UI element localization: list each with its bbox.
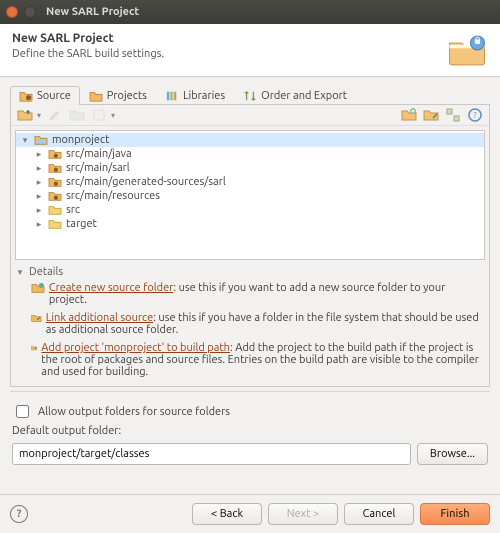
window-title: New SARL Project: [46, 6, 139, 18]
help-icon[interactable]: ?: [467, 107, 483, 123]
allow-output-folders-label: Allow output folders for source folders: [38, 406, 230, 418]
tab-source-label: Source: [37, 90, 71, 102]
cancel-button[interactable]: Cancel: [344, 503, 414, 525]
new-source-folder-icon: [31, 282, 45, 294]
package-folder-icon: [48, 176, 62, 188]
page-title: New SARL Project: [12, 32, 164, 45]
next-button: Next >: [268, 503, 338, 525]
folder-icon: [48, 204, 62, 216]
details-heading: Details: [29, 266, 63, 278]
tree-node[interactable]: ▸ src: [16, 203, 484, 217]
page-subtitle: Define the SARL build settings.: [12, 48, 164, 60]
separator: [10, 391, 490, 392]
window-titlebar: New SARL Project: [0, 0, 500, 24]
libraries-icon: [165, 90, 179, 102]
add-project-to-build-path-link[interactable]: Add project 'monproject' to build path: [41, 342, 230, 354]
browse-button[interactable]: Browse...: [417, 443, 488, 465]
tree-node[interactable]: ▸ src/main/generated-sources/sarl: [16, 175, 484, 189]
folder-icon: [48, 218, 62, 230]
allow-output-folders-checkbox[interactable]: [16, 405, 29, 418]
tree-node-label: src/main/resources: [66, 190, 160, 202]
package-folder-icon: [48, 148, 62, 160]
tree-node-label: target: [66, 218, 97, 230]
tree-node[interactable]: ▸ src/main/java: [16, 147, 484, 161]
tab-libraries[interactable]: Libraries: [156, 86, 234, 105]
svg-text:?: ?: [473, 111, 476, 120]
new-folder-icon[interactable]: [401, 107, 417, 123]
link-folder-icon[interactable]: [423, 107, 439, 123]
dropdown-chevron-icon[interactable]: ▾: [37, 111, 41, 120]
tab-order-label: Order and Export: [261, 90, 347, 102]
folder-wizard-icon: [446, 32, 488, 68]
tree-root[interactable]: ▾ monproject: [16, 133, 484, 147]
close-window-icon[interactable]: [6, 6, 18, 18]
expand-all-icon[interactable]: [445, 107, 461, 123]
expand-icon[interactable]: ▸: [34, 219, 44, 230]
expand-icon[interactable]: ▸: [34, 191, 44, 202]
toggle-icon[interactable]: [91, 107, 107, 123]
projects-icon: [89, 90, 103, 102]
package-folder-icon: [48, 190, 62, 202]
source-toolbar: ▾ ▾ ?: [11, 105, 489, 126]
source-folder-icon: [19, 90, 33, 102]
project-icon: [34, 134, 48, 146]
source-folder-tree[interactable]: ▾ monproject ▸ src/main/java ▸ src/main/sa…: [15, 130, 485, 260]
tab-source[interactable]: Source: [10, 86, 80, 105]
link-additional-source-link[interactable]: Link additional source: [46, 312, 153, 324]
expand-icon[interactable]: ▸: [34, 163, 44, 174]
tree-node-label: src/main/generated-sources/sarl: [66, 176, 226, 188]
tab-libraries-label: Libraries: [183, 90, 225, 102]
edit-icon[interactable]: [47, 107, 63, 123]
package-folder-icon: [48, 162, 62, 174]
tree-node-label: src/main/sarl: [66, 162, 130, 174]
tab-projects[interactable]: Projects: [80, 86, 156, 105]
tree-node-label: src: [66, 204, 80, 216]
tree-node[interactable]: ▸ src/main/resources: [16, 189, 484, 203]
back-button[interactable]: < Back: [192, 503, 262, 525]
remove-icon[interactable]: [69, 107, 85, 123]
dropdown-chevron-icon[interactable]: ▾: [111, 111, 115, 120]
tree-node-label: src/main/java: [66, 148, 132, 160]
tab-order-export[interactable]: Order and Export: [234, 86, 356, 105]
order-export-icon: [243, 90, 257, 102]
wizard-header: New SARL Project Define the SARL build s…: [0, 24, 500, 77]
add-to-build-path-icon: [31, 342, 37, 354]
source-panel: ▾ ▾ ? ▾ monproject ▸ src/main/java ▸ src/m…: [10, 105, 490, 387]
expand-icon[interactable]: ▸: [34, 177, 44, 188]
tab-projects-label: Projects: [107, 90, 147, 102]
collapse-icon[interactable]: ▾: [20, 135, 30, 146]
minimize-window-icon[interactable]: [24, 6, 36, 18]
expand-icon[interactable]: ▸: [34, 205, 44, 216]
help-button[interactable]: ?: [10, 505, 28, 523]
tree-node[interactable]: ▸ src/main/sarl: [16, 161, 484, 175]
tree-node[interactable]: ▸ target: [16, 217, 484, 231]
tree-root-label: monproject: [52, 134, 109, 146]
build-path-tabs: Source Projects Libraries Order and Expo…: [10, 85, 490, 105]
finish-button[interactable]: Finish: [420, 503, 490, 525]
collapse-icon[interactable]: ▾: [15, 267, 25, 278]
details-section: ▾ Details Create new source folder: use …: [15, 264, 485, 382]
wizard-footer: ? < Back Next > Cancel Finish: [0, 494, 500, 533]
default-output-folder-input[interactable]: [12, 443, 411, 465]
expand-icon[interactable]: ▸: [34, 149, 44, 160]
link-source-icon: [31, 312, 42, 324]
create-source-folder-link[interactable]: Create new source folder: [49, 282, 173, 294]
default-output-label: Default output folder:: [10, 425, 490, 441]
add-source-folder-icon[interactable]: [17, 107, 33, 123]
